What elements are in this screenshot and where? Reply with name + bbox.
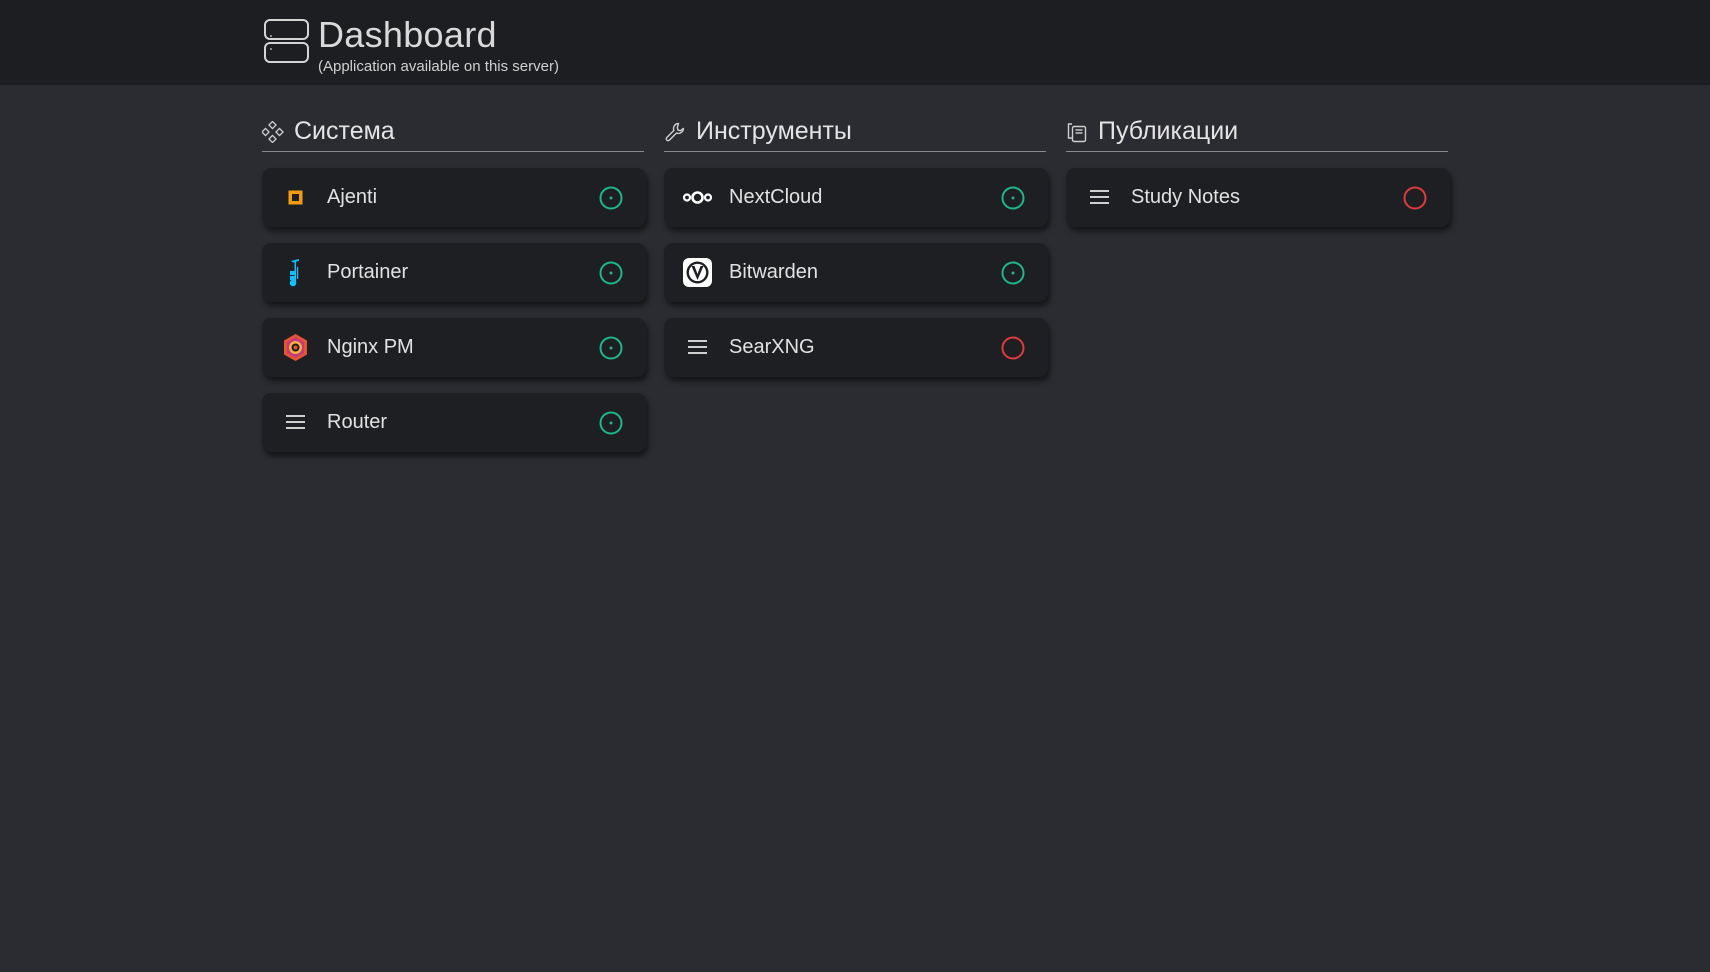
column-title: Инструменты bbox=[696, 117, 852, 145]
service-label: NextCloud bbox=[729, 186, 823, 208]
status-online-icon bbox=[599, 411, 623, 435]
copy-pages-icon bbox=[1067, 122, 1087, 142]
service-label: Router bbox=[327, 411, 388, 433]
column-title: Система bbox=[294, 117, 395, 145]
service-card-nginx-pm[interactable]: Nginx PM bbox=[262, 318, 646, 377]
service-card-searxng[interactable]: SearXNG bbox=[664, 318, 1048, 377]
service-card-router[interactable]: Router bbox=[262, 393, 646, 452]
service-label: Ajenti bbox=[327, 186, 378, 208]
page-subtitle: (Application available on this server) bbox=[318, 58, 559, 75]
status-online-icon bbox=[599, 336, 623, 360]
service-label: SearXNG bbox=[729, 336, 815, 358]
column-header: Инструменты bbox=[664, 112, 1046, 152]
service-card-ajenti[interactable]: Ajenti bbox=[262, 168, 646, 227]
service-label: Portainer bbox=[327, 261, 409, 283]
status-online-icon bbox=[1001, 261, 1025, 285]
menu-lines-icon bbox=[1084, 182, 1115, 213]
ajenti-icon bbox=[280, 182, 311, 213]
brand[interactable]: Dashboard (Application available on this… bbox=[263, 16, 559, 75]
service-label: Bitwarden bbox=[729, 261, 818, 283]
wrench-icon bbox=[665, 122, 685, 141]
page-title: Dashboard bbox=[318, 14, 497, 55]
column-header: Система bbox=[262, 112, 644, 152]
portainer-icon bbox=[280, 257, 311, 288]
status-online-icon bbox=[599, 261, 623, 285]
status-offline-icon bbox=[1001, 336, 1025, 360]
column-publications: Публикации Study Notes bbox=[1066, 112, 1450, 468]
status-online-icon bbox=[1001, 186, 1025, 210]
status-online-icon bbox=[599, 186, 623, 210]
service-columns: Система Ajenti Portainer Nginx PM Router… bbox=[262, 112, 1468, 468]
column-tools: Инструменты NextCloud Bitwarden SearXNG bbox=[664, 112, 1048, 468]
service-card-study-notes[interactable]: Study Notes bbox=[1066, 168, 1450, 227]
bitwarden-icon bbox=[682, 257, 713, 288]
column-header: Публикации bbox=[1066, 112, 1448, 152]
system-diamonds-icon bbox=[262, 120, 284, 143]
service-label: Nginx PM bbox=[327, 336, 414, 358]
service-card-nextcloud[interactable]: NextCloud bbox=[664, 168, 1048, 227]
server-icon bbox=[264, 19, 309, 63]
nginx-pm-icon bbox=[280, 332, 311, 363]
service-card-portainer[interactable]: Portainer bbox=[262, 243, 646, 302]
nextcloud-icon bbox=[682, 182, 713, 213]
top-bar: Dashboard (Application available on this… bbox=[0, 0, 1710, 85]
menu-lines-icon bbox=[280, 407, 311, 438]
column-system: Система Ajenti Portainer Nginx PM Router bbox=[262, 112, 646, 468]
menu-lines-icon bbox=[682, 332, 713, 363]
service-label: Study Notes bbox=[1131, 186, 1240, 208]
status-offline-icon bbox=[1403, 186, 1427, 210]
column-title: Публикации bbox=[1098, 117, 1239, 145]
service-card-bitwarden[interactable]: Bitwarden bbox=[664, 243, 1048, 302]
